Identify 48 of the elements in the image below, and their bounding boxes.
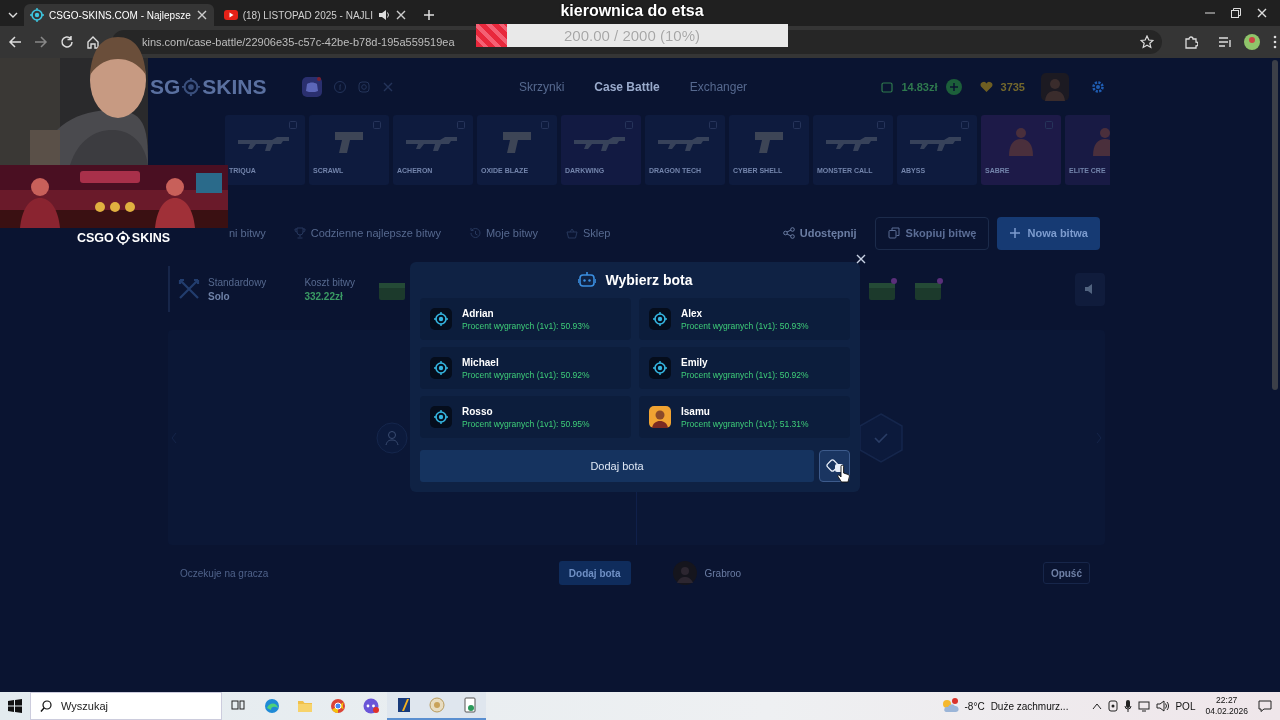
weather-text: Duże zachmurz... <box>990 700 1069 712</box>
balance: 14.83zł <box>901 80 938 93</box>
logo-text: CSGO <box>77 231 114 245</box>
share-link[interactable]: Udostępnij <box>782 227 857 239</box>
cost-label: Koszt bitwy <box>304 276 355 288</box>
bot-option[interactable]: Emily Procent wygranych (1v1): 50.92% <box>639 347 850 389</box>
bot-name: Emily <box>681 356 709 368</box>
logo-text: SKINS <box>202 74 267 99</box>
bot-name: Adrian <box>462 307 495 319</box>
win-rate: Procent wygranych (1v1): 50.93% <box>681 320 809 331</box>
clock-time[interactable]: 22:27 <box>1216 695 1238 706</box>
win-rate: Procent wygranych (1v1): 50.95% <box>462 418 590 429</box>
browser-tab[interactable]: CSGO-SKINS.COM - Najlepsze <box>24 4 214 26</box>
browser-tab[interactable]: (18) LISTOPAD 2025 - NAJLI <box>217 4 413 26</box>
win-rate: Procent wygranych (1v1): 50.93% <box>462 320 590 331</box>
logo-text: SG <box>150 74 181 99</box>
logo-text: SKINS <box>131 231 170 245</box>
bot-option[interactable]: Michael Procent wygranych (1v1): 50.92% <box>420 347 631 389</box>
bot-name: Michael <box>462 356 500 368</box>
temperature: -8°C <box>964 700 985 712</box>
leave-button[interactable]: Opuść <box>1042 562 1090 584</box>
bot-option[interactable]: Alex Procent wygranych (1v1): 50.93% <box>639 298 850 340</box>
bot-option[interactable]: Isamu Procent wygranych (1v1): 51.31% <box>639 396 850 438</box>
coin-balance: 3735 <box>1000 80 1025 93</box>
add-bot-button[interactable]: Dodaj bota <box>420 450 815 482</box>
bot-option[interactable]: Adrian Procent wygranych (1v1): 50.93% <box>420 298 631 340</box>
add-bot-button[interactable]: Dodaj bota <box>558 561 631 585</box>
player-name: Grabroo <box>704 567 742 579</box>
goal-reading: 200.00 / 2000 (10%) <box>564 27 700 44</box>
input-language[interactable]: POL <box>1175 700 1196 712</box>
bot-name: Isamu <box>681 405 711 417</box>
win-rate: Procent wygranych (1v1): 50.92% <box>462 369 590 380</box>
taskbar-search-field[interactable]: Wyszukaj <box>30 692 222 720</box>
goal-title: kierownica do etsa <box>559 2 705 20</box>
mode-label: Standardowy <box>208 276 267 288</box>
win-rate: Procent wygranych (1v1): 51.31% <box>681 418 809 429</box>
win-rate: Procent wygranych (1v1): 50.92% <box>681 369 809 380</box>
nav-link[interactable]: Case Battle <box>594 79 660 94</box>
mode-value: Solo <box>208 290 231 302</box>
copy-battle-button[interactable]: Skopiuj bitwę <box>874 216 990 250</box>
bot-option[interactable]: Rosso Procent wygranych (1v1): 50.95% <box>420 396 631 438</box>
clock-date[interactable]: 04.02.2026 <box>1205 706 1248 717</box>
new-battle-button[interactable]: Nowa bitwa <box>997 216 1100 250</box>
slot-status: Oczekuje na gracza <box>180 567 269 579</box>
modal-title: Wybierz bota <box>605 272 693 288</box>
cost-value: 332.22zł <box>304 290 344 302</box>
bot-name: Alex <box>681 307 704 319</box>
bot-name: Rosso <box>462 405 494 417</box>
